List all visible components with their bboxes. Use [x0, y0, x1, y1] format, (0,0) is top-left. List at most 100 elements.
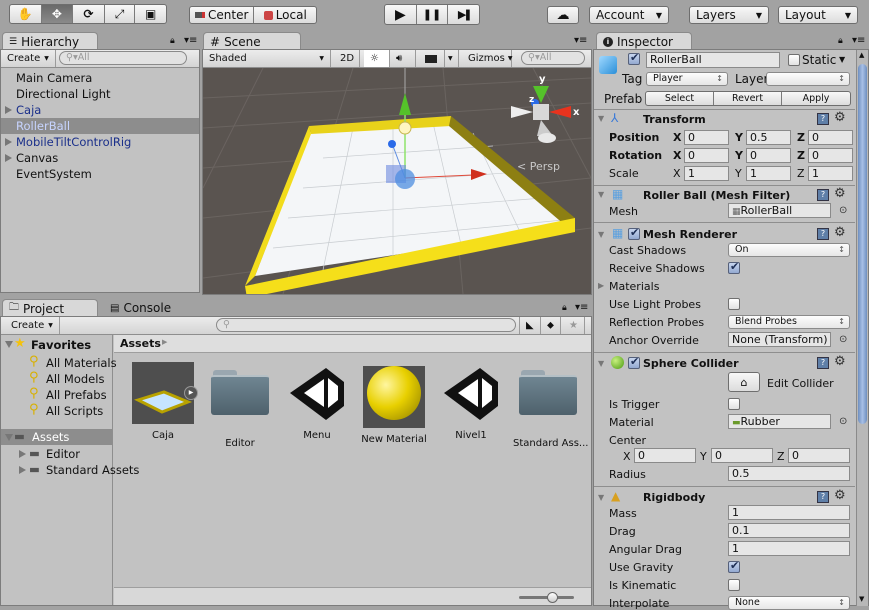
use-light-probes-checkbox[interactable]	[728, 298, 740, 310]
tab-scene[interactable]: # Scene	[203, 32, 301, 50]
collapse-arrow-icon[interactable]: ▼	[598, 493, 604, 502]
asset-item[interactable]: Menu	[282, 362, 352, 441]
hierarchy-item[interactable]: EventSystem	[1, 166, 199, 182]
prefab-apply-button[interactable]: Apply	[782, 92, 850, 105]
panel-menu-icon[interactable]: ▾≡	[575, 302, 588, 313]
gear-icon[interactable]: ⚙	[834, 225, 846, 240]
rotation-x-field[interactable]: 0	[684, 148, 729, 163]
collapse-arrow-icon[interactable]: ▼	[598, 230, 604, 239]
layer-dropdown[interactable]	[766, 72, 850, 86]
active-checkbox[interactable]	[628, 51, 640, 65]
expand-arrow[interactable]	[5, 434, 13, 441]
is-kinematic-checkbox[interactable]	[728, 579, 740, 591]
effects-dropdown[interactable]: ▼	[445, 50, 459, 67]
inspector-scrollbar[interactable]: ▲ ▼	[856, 50, 868, 606]
help-icon[interactable]: ?	[817, 113, 829, 125]
mass-field[interactable]: 1	[728, 505, 850, 520]
scale-y-field[interactable]: 1	[746, 166, 791, 181]
pivot-local-button[interactable]: Local	[254, 7, 316, 23]
edit-collider-button[interactable]: ⌂	[728, 372, 760, 392]
save-search-button[interactable]: ★	[563, 317, 585, 334]
hand-tool-button[interactable]: ✋	[10, 5, 42, 23]
expand-arrow[interactable]	[5, 341, 13, 348]
is-trigger-checkbox[interactable]	[728, 398, 740, 410]
scroll-down-icon[interactable]: ▼	[859, 595, 864, 603]
gizmo-y-arrow[interactable]	[399, 93, 411, 115]
orientation-gizmo[interactable]: y z x	[511, 74, 580, 143]
hierarchy-create-button[interactable]: Create ▼	[1, 50, 56, 67]
help-icon[interactable]: ?	[817, 491, 829, 503]
scroll-up-icon[interactable]: ▲	[859, 51, 864, 59]
hierarchy-item[interactable]: Directional Light	[1, 86, 199, 102]
sphere-collider-title[interactable]: Sphere Collider	[643, 357, 739, 370]
rotation-z-field[interactable]: 0	[808, 148, 853, 163]
favorites-label[interactable]: Favorites	[31, 338, 91, 352]
help-icon[interactable]: ?	[817, 228, 829, 240]
expand-arrow-icon[interactable]	[5, 106, 12, 114]
mesh-renderer-enabled-checkbox[interactable]	[628, 226, 640, 240]
light-icon[interactable]	[398, 121, 412, 135]
gear-icon[interactable]: ⚙	[834, 488, 846, 503]
angular-drag-field[interactable]: 1	[728, 541, 850, 556]
persp-label[interactable]: < Persp	[517, 160, 560, 173]
gear-icon[interactable]: ⚙	[834, 354, 846, 369]
prefab-revert-button[interactable]: Revert	[714, 92, 782, 105]
asset-item[interactable]: New Material	[359, 362, 429, 445]
rigidbody-title[interactable]: Rigidbody	[643, 491, 705, 504]
play-button[interactable]: ▶	[385, 5, 417, 24]
gizmos-dropdown[interactable]: Gizmos ▼	[462, 50, 512, 67]
object-picker-icon[interactable]: ⊙	[839, 334, 847, 345]
center-y-field[interactable]: 0	[711, 448, 773, 463]
mesh-renderer-title[interactable]: Mesh Renderer	[643, 228, 737, 241]
favorite-item[interactable]: All Scripts	[46, 404, 103, 418]
tab-inspector[interactable]: i Inspector	[596, 32, 692, 50]
asset-item[interactable]: ▶ Caja	[128, 362, 198, 441]
favorite-item[interactable]: All Models	[46, 372, 104, 386]
transform-title[interactable]: Transform	[643, 113, 706, 126]
lock-icon[interactable]: 🔒︎	[562, 303, 567, 313]
hierarchy-item[interactable]: RollerBall	[1, 118, 199, 134]
filter-by-type-button[interactable]: ◣	[519, 317, 541, 334]
asset-item[interactable]: Editor	[205, 362, 275, 449]
reflection-probes-dropdown[interactable]: Blend Probes	[728, 315, 850, 329]
rotation-y-field[interactable]: 0	[746, 148, 791, 163]
scene-search-input[interactable]: ⚲▾All	[521, 51, 585, 65]
scale-z-field[interactable]: 1	[808, 166, 853, 181]
interpolate-dropdown[interactable]: None	[728, 596, 850, 610]
hierarchy-search-input[interactable]: ⚲▾All	[59, 51, 187, 65]
scrollbar-thumb[interactable]	[858, 64, 867, 424]
position-x-field[interactable]: 0	[684, 130, 729, 145]
breadcrumb-assets[interactable]: Assets	[120, 337, 161, 350]
move-tool-button[interactable]: ✥	[41, 5, 74, 23]
mesh-field[interactable]: ▦RollerBall	[728, 203, 831, 218]
scene-viewport[interactable]: y z x < Persp	[203, 68, 591, 294]
use-gravity-checkbox[interactable]	[728, 559, 740, 573]
asset-item[interactable]: Nivel1	[436, 362, 506, 441]
hierarchy-item[interactable]: Main Camera	[1, 70, 199, 86]
expand-arrow-icon[interactable]: ▶	[598, 281, 604, 290]
material-field[interactable]: ▬Rubber	[728, 414, 831, 429]
scale-x-field[interactable]: 1	[684, 166, 729, 181]
expand-arrow-icon[interactable]	[19, 466, 26, 474]
object-picker-icon[interactable]: ⊙	[839, 416, 847, 427]
favorite-item[interactable]: All Materials	[46, 356, 117, 370]
gear-icon[interactable]: ⚙	[834, 110, 846, 125]
asset-folder-item[interactable]: Editor	[46, 447, 80, 461]
cloud-button[interactable]: ☁	[547, 6, 579, 24]
panel-menu-icon[interactable]: ▾≡	[184, 35, 197, 46]
shading-mode-dropdown[interactable]: Shaded ▼	[203, 50, 331, 67]
scale-tool-button[interactable]: ⤢	[105, 5, 136, 23]
help-icon[interactable]: ?	[817, 357, 829, 369]
panel-menu-icon[interactable]: ▾≡	[852, 35, 865, 46]
effects-toggle[interactable]	[419, 50, 445, 67]
lock-icon[interactable]: 🔒︎	[170, 36, 175, 46]
mesh-filter-title[interactable]: Roller Ball (Mesh Filter)	[643, 189, 790, 202]
collapse-arrow-icon[interactable]: ▼	[598, 359, 604, 368]
lighting-toggle[interactable]: ☼	[364, 50, 390, 67]
static-checkbox[interactable]	[788, 54, 800, 66]
tab-project[interactable]: 🗀 Project	[2, 299, 98, 317]
gear-icon[interactable]: ⚙	[834, 186, 846, 201]
prefab-select-button[interactable]: Select	[646, 92, 714, 105]
cast-shadows-dropdown[interactable]: On	[728, 243, 850, 257]
drag-field[interactable]: 0.1	[728, 523, 850, 538]
